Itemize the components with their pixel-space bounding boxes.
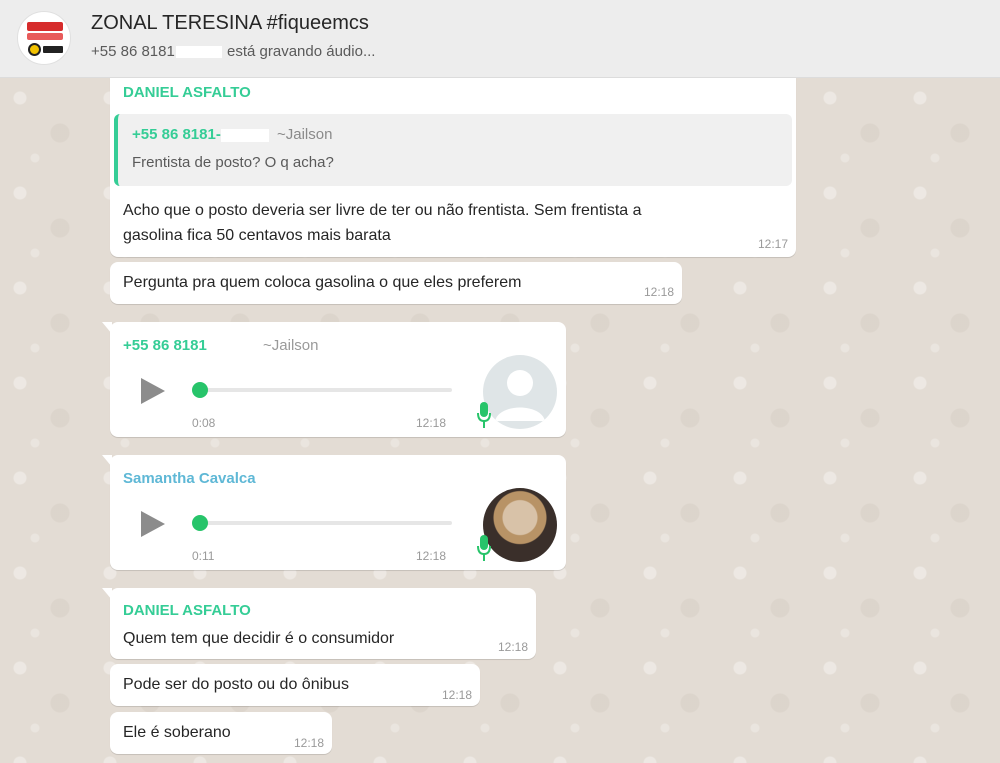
message-text: Pode ser do posto ou do ônibus [123, 676, 349, 693]
audio-duration: 0:08 [192, 416, 216, 430]
chat-header[interactable]: ZONAL TERESINA #fiqueemcs +55 86 8181 es… [0, 0, 1000, 78]
message-bubble[interactable]: Pergunta pra quem coloca gasolina o que … [110, 262, 682, 304]
redacted-digits [206, 339, 255, 353]
message-time: 12:18 [416, 416, 447, 430]
message-text: Quem tem que decidir é o consumidor [123, 630, 395, 647]
redacted-digits [220, 128, 269, 142]
audio-track[interactable] [194, 388, 452, 392]
sender-phone-number: +55 86 8181 [123, 337, 207, 354]
status-phone: +55 86 8181 [91, 43, 175, 60]
logo-shape [43, 46, 63, 53]
mic-icon [477, 535, 491, 561]
audio-duration: 0:11 [192, 549, 215, 563]
audio-track[interactable] [194, 521, 452, 525]
sender-name[interactable]: DANIEL ASFALTO [123, 602, 251, 619]
message-time: 12:17 [757, 237, 788, 251]
voice-message[interactable]: Samantha Cavalca 0:11 12:18 [102, 455, 566, 570]
message-time: 12:18 [643, 285, 674, 299]
chat-title[interactable]: ZONAL TERESINA #fiqueemcs [91, 12, 369, 35]
quote-text: Frentista de posto? O q acha? [132, 154, 334, 171]
audio-scrubber[interactable] [192, 382, 208, 398]
message-bubble[interactable]: DANIEL ASFALTO +55 86 8181- ~Jailson Fre… [110, 70, 796, 257]
logo-shape [27, 22, 63, 31]
sender-name[interactable]: Samantha Cavalca [123, 470, 256, 487]
quote-author: ~Jailson [277, 126, 333, 143]
voice-message[interactable]: +55 86 8181 ~Jailson 0:08 12:18 [102, 322, 566, 437]
user-photo [483, 488, 557, 562]
mic-icon [477, 402, 491, 428]
sender-name[interactable]: DANIEL ASFALTO [123, 84, 251, 101]
message-time: 12:18 [497, 640, 528, 654]
sender-name: ~Jailson [263, 337, 319, 354]
play-icon[interactable] [141, 378, 165, 404]
message-time: 12:18 [441, 688, 472, 702]
redacted-digits [175, 46, 222, 59]
group-avatar[interactable] [17, 11, 71, 65]
audio-scrubber[interactable] [192, 515, 208, 531]
quote-phone: +55 86 8181- [132, 126, 221, 143]
quote-header: +55 86 8181- ~Jailson [132, 126, 332, 143]
quoted-message[interactable]: +55 86 8181- ~Jailson Frentista de posto… [114, 114, 792, 186]
play-icon[interactable] [141, 511, 165, 537]
message-bubble[interactable]: Ele é soberano 12:18 [110, 712, 332, 754]
sender-phone[interactable]: +55 86 8181 ~Jailson [123, 337, 318, 354]
default-user-icon [483, 355, 557, 429]
message-text: Pergunta pra quem coloca gasolina o que … [123, 274, 522, 291]
logo-shape [28, 43, 41, 56]
message-bubble[interactable]: Pode ser do posto ou do ônibus 12:18 [110, 664, 480, 706]
status-text: está gravando áudio... [222, 43, 376, 60]
logo-shape [27, 33, 63, 40]
message-bubble[interactable]: DANIEL ASFALTO Quem tem que decidir é o … [102, 588, 536, 659]
message-text: Acho que o posto deveria ser livre de te… [123, 202, 642, 219]
message-time: 12:18 [416, 549, 447, 563]
chat-status: +55 86 8181 está gravando áudio... [91, 43, 375, 60]
message-text: Ele é soberano [123, 724, 231, 741]
message-time: 12:18 [293, 736, 324, 750]
message-text: gasolina fica 50 centavos mais barata [123, 227, 391, 244]
